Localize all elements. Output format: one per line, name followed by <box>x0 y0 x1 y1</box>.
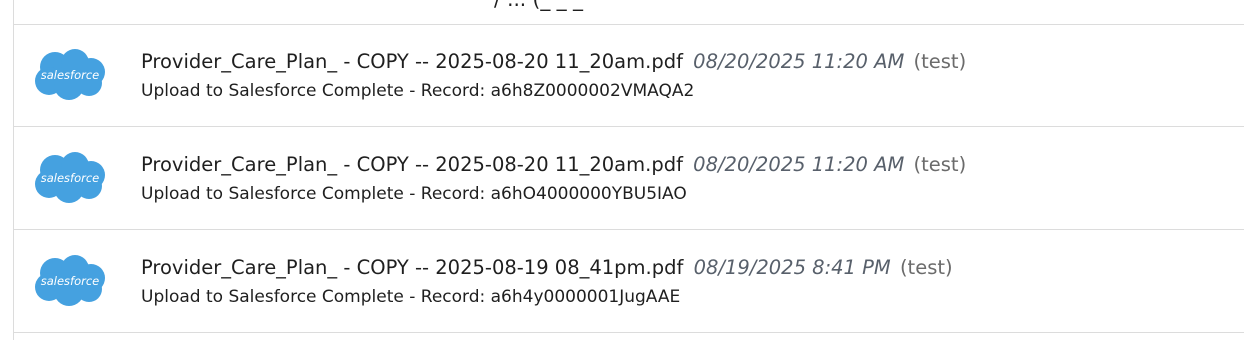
file-name[interactable]: Provider_Care_Plan_ - COPY -- 2025-08-19… <box>141 256 683 279</box>
list-item[interactable]: salesforce Provider_Care_Plan_ - COPY --… <box>14 230 1244 333</box>
upload-status: Upload to Salesforce Complete - Record: … <box>141 81 695 101</box>
salesforce-cloud-icon: salesforce <box>35 49 105 100</box>
upload-datetime: 08/19/2025 8:41 PM <box>693 256 891 279</box>
file-name[interactable]: Provider_Care_Plan_ - COPY -- 2025-08-20… <box>141 153 683 176</box>
partial-text: / ... (_ _ _ <box>494 0 583 11</box>
list-item[interactable]: salesforce Provider_Care_Plan_ - COPY --… <box>14 24 1244 127</box>
environment-tag: (test) <box>913 50 967 73</box>
upload-datetime: 08/20/2025 11:20 AM <box>693 153 905 176</box>
salesforce-cloud-icon: salesforce <box>35 255 105 306</box>
logo-text: salesforce <box>41 274 100 288</box>
file-title-line: Provider_Care_Plan_ - COPY -- 2025-08-19… <box>141 256 953 279</box>
logo-text: salesforce <box>41 171 100 185</box>
previous-item-partial: / ... (_ _ _ <box>14 0 1244 25</box>
environment-tag: (test) <box>899 256 953 279</box>
upload-status: Upload to Salesforce Complete - Record: … <box>141 184 687 204</box>
file-title-line: Provider_Care_Plan_ - COPY -- 2025-08-20… <box>141 153 966 176</box>
file-title-line: Provider_Care_Plan_ - COPY -- 2025-08-20… <box>141 50 966 73</box>
upload-history-panel: / ... (_ _ _ salesforce Provider_Care_Pl… <box>13 0 1244 340</box>
upload-status: Upload to Salesforce Complete - Record: … <box>141 287 681 307</box>
file-name[interactable]: Provider_Care_Plan_ - COPY -- 2025-08-20… <box>141 50 683 73</box>
logo-text: salesforce <box>41 68 100 82</box>
list-item[interactable]: salesforce Provider_Care_Plan_ - COPY --… <box>14 127 1244 230</box>
environment-tag: (test) <box>913 153 967 176</box>
upload-datetime: 08/20/2025 11:20 AM <box>693 50 905 73</box>
salesforce-cloud-icon: salesforce <box>35 152 105 203</box>
